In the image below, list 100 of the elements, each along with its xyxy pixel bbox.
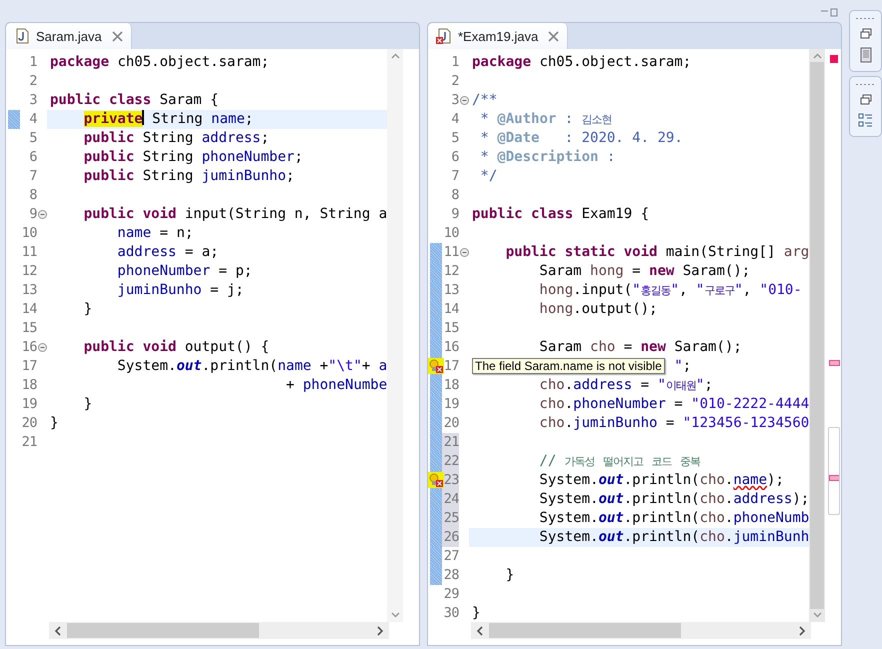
line-number: 27	[442, 547, 459, 566]
java-file-error-icon	[436, 28, 452, 44]
outline-icon[interactable]	[858, 113, 873, 128]
collapse-icon[interactable]	[460, 248, 468, 257]
code-line: cho.juminBunho = "123456-1234560	[538, 415, 810, 431]
line-number: 12	[442, 262, 459, 281]
collapse-icon[interactable]	[460, 96, 468, 105]
code-line: private String name;	[82, 111, 254, 127]
minimize-maximize-icon[interactable]	[820, 8, 838, 18]
collapse-icon[interactable]	[38, 210, 46, 219]
code-line: System.out.println(name +"\t"+ a	[116, 358, 388, 374]
scroll-left-icon[interactable]	[53, 626, 63, 636]
code-line: package ch05.object.saram;	[50, 54, 270, 70]
line-number: 17	[442, 357, 459, 376]
line-number: 6	[450, 148, 459, 167]
scrollbar-thumb[interactable]	[67, 623, 259, 638]
scroll-down-icon[interactable]	[812, 612, 822, 618]
code-line: cho.address = "이태원";	[538, 377, 713, 393]
line-number: 19	[442, 395, 459, 414]
line-number: 24	[442, 490, 459, 509]
code-line: cho.phoneNumber = "010-2222-4444	[538, 396, 810, 412]
scrollbar-thumb[interactable]	[489, 623, 681, 638]
scroll-up-icon[interactable]	[390, 53, 400, 59]
scroll-down-icon[interactable]	[390, 612, 400, 618]
line-number: 9	[28, 205, 37, 224]
line-number: 8	[28, 186, 37, 205]
line-number: 14	[442, 300, 459, 319]
error-marker[interactable]	[829, 475, 840, 481]
scroll-left-icon[interactable]	[475, 626, 485, 636]
scrollbar-thumb[interactable]	[810, 62, 824, 609]
line-number: 11	[20, 243, 37, 262]
line-number: 13	[442, 281, 459, 300]
code-line: hong.input("홍길동", "구로구", "010-	[538, 282, 802, 298]
java-file-icon	[14, 28, 30, 44]
line-number: 11	[442, 243, 459, 262]
line-number: 30	[442, 604, 459, 622]
restore-icon[interactable]	[860, 28, 872, 39]
line-number: 18	[20, 376, 37, 395]
line-number: 4	[450, 110, 459, 129]
line-number: 15	[20, 319, 37, 338]
code-line: hong.output();	[538, 301, 658, 317]
code-line: * @Author : 김소현	[479, 111, 612, 127]
line-number: 28	[442, 566, 459, 585]
line-number: 13	[20, 281, 37, 300]
code-line: }	[472, 605, 480, 621]
editor-tab[interactable]: *Exam19.java	[428, 23, 568, 49]
drag-handle-icon[interactable]	[854, 83, 876, 86]
code-line: public String address;	[82, 130, 270, 146]
editor-tab[interactable]: Saram.java	[6, 23, 132, 49]
code-line: }	[82, 396, 92, 412]
line-number: 25	[442, 509, 459, 528]
error-marker[interactable]	[829, 360, 840, 366]
scroll-up-icon[interactable]	[812, 53, 822, 59]
code-line: public class Exam19 {	[472, 206, 650, 222]
line-number: 20	[20, 414, 37, 433]
code-line: // 가독성 떨어지고 코드 중복	[538, 453, 700, 469]
line-number: 17	[20, 357, 37, 376]
line-number: 16	[20, 338, 37, 357]
line-number: 1	[28, 53, 37, 72]
line-number: 6	[28, 148, 37, 167]
code-line: public void output() {	[82, 339, 270, 355]
code-line: System.out.println(cho.juminBunh	[538, 529, 810, 545]
collapse-icon[interactable]	[38, 343, 46, 352]
line-number: 1	[450, 53, 459, 72]
line-number: 22	[442, 452, 459, 471]
code-line: package ch05.object.saram;	[472, 54, 692, 70]
line-number: 21	[20, 433, 37, 452]
code-line: System.out.println(cho.name);	[538, 472, 784, 488]
line-number: 3	[450, 91, 459, 110]
line-number: 29	[442, 585, 459, 604]
line-number: 15	[442, 319, 459, 338]
line-number: 8	[450, 186, 459, 205]
line-number: 2	[28, 72, 37, 91]
restore-icon[interactable]	[860, 94, 872, 105]
close-icon[interactable]	[548, 30, 560, 42]
line-number: 20	[442, 414, 459, 433]
code-line: phoneNumber = p;	[116, 263, 252, 279]
scroll-right-icon[interactable]	[797, 626, 807, 636]
code-line: /**	[472, 92, 498, 108]
code-line: public static void main(String[] arg	[504, 244, 810, 260]
line-number: 9	[450, 205, 459, 224]
document-icon[interactable]	[860, 47, 872, 63]
line-number: 5	[450, 129, 459, 148]
code-line: System.out.println(cho.phoneNumb	[538, 510, 810, 526]
line-number: 21	[442, 433, 459, 452]
code-line: juminBunho = j;	[116, 282, 244, 298]
error-indicator[interactable]	[830, 55, 838, 63]
line-number: 18	[442, 376, 459, 395]
scroll-right-icon[interactable]	[375, 626, 385, 636]
close-icon[interactable]	[112, 30, 123, 42]
code-line: }	[50, 415, 58, 431]
drag-handle-icon[interactable]	[854, 17, 876, 20]
line-number: 2	[450, 72, 459, 91]
code-line: Saram cho = new Saram();	[538, 339, 742, 355]
code-line: */	[479, 168, 498, 184]
line-number: 19	[20, 395, 37, 414]
code-line: * @Date : 2020. 4. 29.	[479, 130, 683, 146]
line-number: 3	[28, 91, 37, 110]
code-line: ";	[674, 358, 692, 374]
line-number: 7	[450, 167, 459, 186]
